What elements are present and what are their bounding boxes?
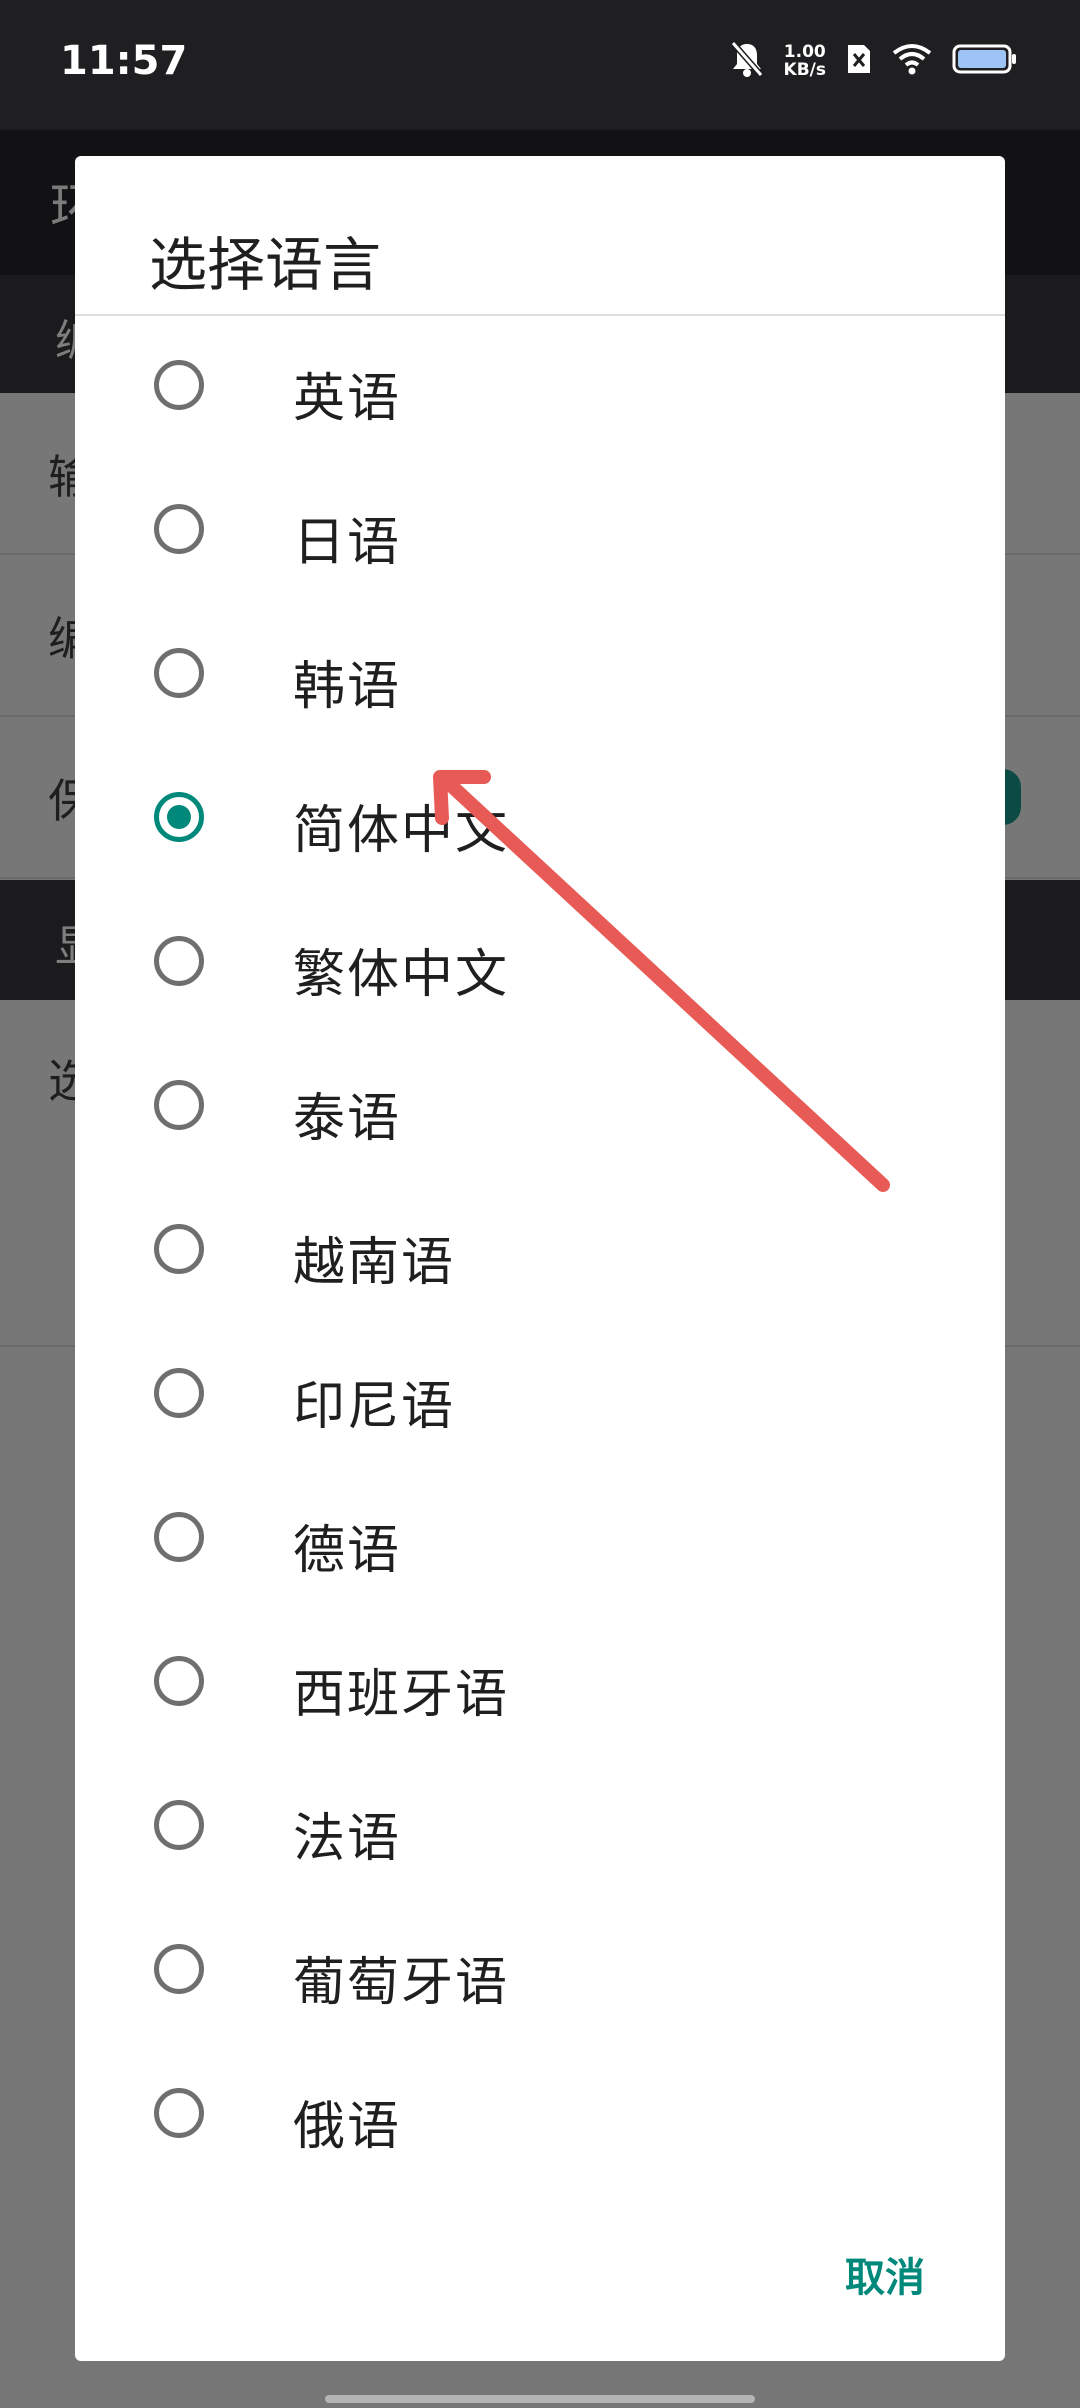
radio-unchecked-icon[interactable]: [154, 1800, 204, 1850]
net-speed-unit: KB/s: [783, 60, 826, 80]
language-option-label: 德语: [293, 1521, 402, 1581]
radio-unchecked-icon[interactable]: [154, 504, 204, 554]
language-option-label: 印尼语: [293, 1377, 456, 1437]
cancel-button[interactable]: 取消: [805, 2224, 965, 2324]
language-option[interactable]: 泰语: [75, 1036, 1005, 1180]
status-bar: 11:57 1.00 KB/s: [0, 0, 1080, 130]
wifi-icon: [892, 43, 932, 79]
language-option[interactable]: 西班牙语: [75, 1612, 1005, 1756]
radio-unchecked-icon[interactable]: [154, 1368, 204, 1418]
language-option-label: 法语: [293, 1809, 402, 1869]
language-option-label: 简体中文: [293, 801, 510, 861]
language-option[interactable]: 繁体中文: [75, 892, 1005, 1036]
radio-unchecked-icon[interactable]: [154, 1080, 204, 1130]
radio-checked-icon[interactable]: [154, 792, 204, 842]
language-option[interactable]: 俄语: [75, 2044, 1005, 2188]
radio-unchecked-icon[interactable]: [154, 936, 204, 986]
status-icons: 1.00 KB/s: [730, 40, 1018, 82]
language-option[interactable]: 越南语: [75, 1180, 1005, 1324]
language-option[interactable]: 葡萄牙语: [75, 1900, 1005, 2044]
language-option-label: 英语: [293, 369, 402, 429]
language-option[interactable]: 简体中文: [75, 748, 1005, 892]
language-option[interactable]: 日语: [75, 460, 1005, 604]
battery-icon: [952, 43, 1018, 79]
language-option[interactable]: 印尼语: [75, 1324, 1005, 1468]
dialog-title: 选择语言: [149, 231, 382, 299]
sim-x-icon: [846, 43, 872, 79]
language-option[interactable]: 法语: [75, 1756, 1005, 1900]
language-option-label: 泰语: [293, 1089, 402, 1149]
language-option-label: 西班牙语: [293, 1665, 510, 1725]
radio-unchecked-icon[interactable]: [154, 2088, 204, 2138]
language-option[interactable]: 韩语: [75, 604, 1005, 748]
language-dialog: 选择语言 英语日语韩语简体中文繁体中文泰语越南语印尼语德语西班牙语法语葡萄牙语俄…: [75, 156, 1005, 2361]
net-speed-indicator: 1.00 KB/s: [784, 43, 826, 79]
language-option-label: 日语: [293, 513, 402, 573]
home-indicator[interactable]: [325, 2395, 755, 2403]
radio-unchecked-icon[interactable]: [154, 1944, 204, 1994]
language-option-label: 韩语: [293, 657, 402, 717]
status-time: 11:57: [60, 38, 188, 84]
radio-unchecked-icon[interactable]: [154, 1512, 204, 1562]
language-option-label: 俄语: [293, 2097, 402, 2157]
radio-unchecked-icon[interactable]: [154, 360, 204, 410]
language-option[interactable]: 英语: [75, 316, 1005, 460]
bell-off-icon: [730, 40, 764, 82]
language-option-label: 越南语: [293, 1233, 456, 1293]
language-option-label: 繁体中文: [293, 945, 510, 1005]
radio-unchecked-icon[interactable]: [154, 1656, 204, 1706]
radio-unchecked-icon[interactable]: [154, 648, 204, 698]
net-speed-value: 1.00: [783, 42, 826, 62]
language-option[interactable]: 德语: [75, 1468, 1005, 1612]
language-option-label: 葡萄牙语: [293, 1953, 510, 2013]
radio-unchecked-icon[interactable]: [154, 1224, 204, 1274]
